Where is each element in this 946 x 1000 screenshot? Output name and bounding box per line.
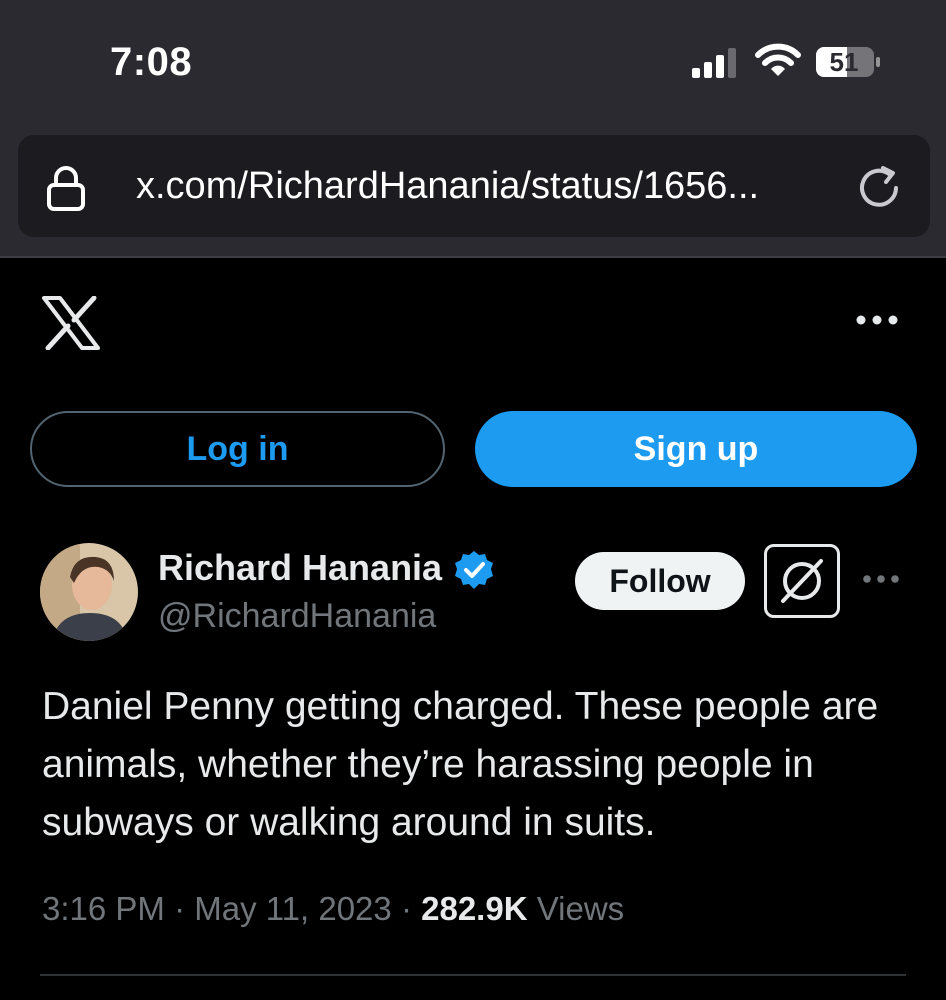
reload-icon[interactable] bbox=[856, 165, 904, 211]
more-icon[interactable] bbox=[855, 310, 899, 330]
post-metadata: 3:16 PM · May 11, 2023 · 282.9K Views bbox=[42, 890, 624, 928]
grok-button[interactable] bbox=[764, 544, 840, 618]
status-time: 7:08 bbox=[110, 40, 193, 84]
browser-toolbar: x.com/RichardHanania/status/1656... bbox=[0, 120, 946, 258]
meta-separator: · bbox=[400, 890, 412, 927]
x-page: Log in Sign up Richard Hanania @RichardH… bbox=[0, 260, 946, 1000]
url-text: x.com/RichardHanania/status/1656... bbox=[136, 165, 760, 207]
post-date[interactable]: May 11, 2023 bbox=[194, 890, 392, 927]
cellular-signal-icon bbox=[692, 48, 736, 78]
status-bar: 7:08 51 bbox=[0, 0, 946, 120]
battery-icon: 51 bbox=[815, 46, 881, 78]
avatar[interactable] bbox=[40, 543, 138, 641]
user-handle[interactable]: @RichardHanania bbox=[158, 597, 436, 636]
post-text: Daniel Penny getting charged. These peop… bbox=[42, 685, 879, 844]
x-logo-icon[interactable] bbox=[42, 296, 100, 350]
verified-badge-icon[interactable] bbox=[453, 549, 495, 591]
signup-button[interactable]: Sign up bbox=[475, 411, 917, 487]
login-button[interactable]: Log in bbox=[30, 411, 445, 487]
divider bbox=[40, 974, 906, 976]
grok-icon bbox=[781, 559, 823, 603]
views-label: Views bbox=[536, 890, 625, 927]
follow-button[interactable]: Follow bbox=[575, 552, 745, 610]
battery-level: 51 bbox=[829, 47, 859, 77]
views-count: 282.9K bbox=[421, 890, 528, 927]
wifi-icon bbox=[755, 43, 801, 76]
display-name[interactable]: Richard Hanania bbox=[158, 547, 442, 589]
address-bar[interactable]: x.com/RichardHanania/status/1656... bbox=[18, 135, 930, 237]
lock-icon bbox=[47, 166, 85, 211]
post-more-icon[interactable] bbox=[862, 570, 900, 588]
meta-separator: · bbox=[174, 890, 186, 927]
post-time[interactable]: 3:16 PM bbox=[42, 890, 165, 927]
